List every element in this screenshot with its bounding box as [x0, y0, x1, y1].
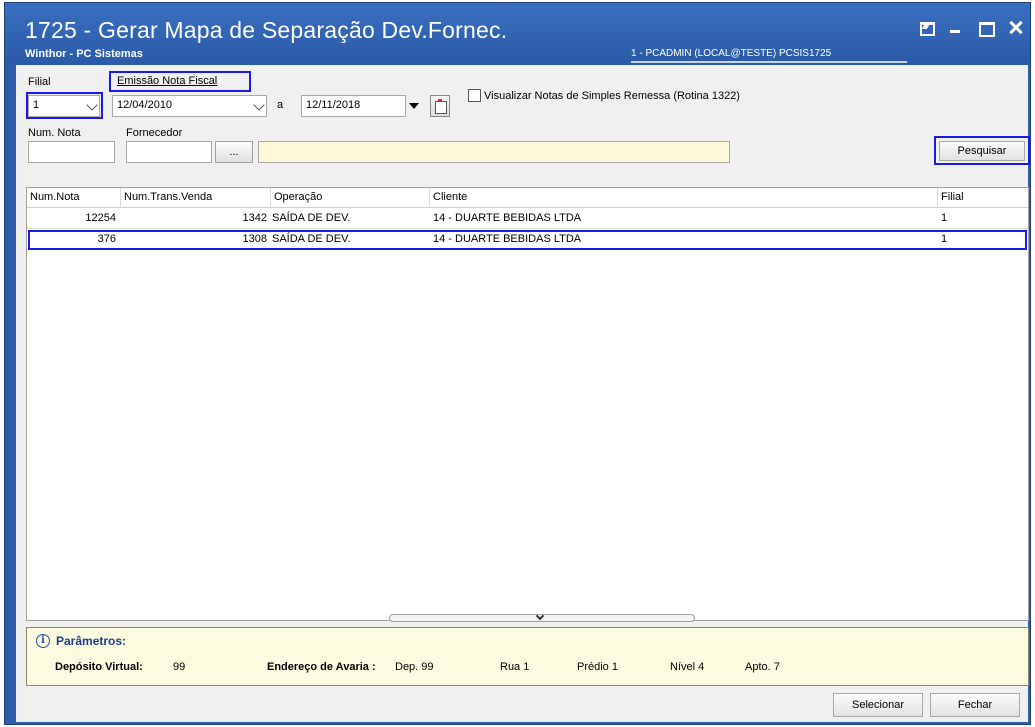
simples-remessa-checkbox[interactable] [468, 89, 481, 102]
date-to-field[interactable]: 12/11/2018 [301, 95, 406, 117]
cell-cliente: 14 - DUARTE BEBIDAS LTDA [433, 212, 582, 224]
chevron-down-icon [535, 611, 545, 621]
endereco-rua: Rua 1 [500, 661, 530, 673]
col-separator [429, 188, 430, 208]
info-icon: i [36, 634, 50, 648]
cell-num-trans: 1342 [242, 212, 267, 224]
cell-filial: 1 [941, 212, 948, 224]
endereco-dep: Dep. 99 [395, 661, 434, 673]
selected-row-highlight [28, 230, 1027, 250]
col-separator [120, 188, 121, 208]
window-subtitle: Winthor - PC Sistemas [25, 48, 143, 60]
date-separator: a [277, 99, 284, 111]
window-controls [918, 19, 1024, 37]
col-header-operacao[interactable]: Operação [274, 191, 322, 203]
client-area: Filial 1 Emissão Nota Fiscal 12/04/2010 … [16, 65, 1030, 722]
panel-splitter[interactable] [389, 611, 695, 622]
row-divider [27, 228, 1028, 229]
grid-header: Num.Nota Num.Trans.Venda Operação Client… [27, 188, 1028, 208]
endereco-apto: Apto. 7 [745, 661, 780, 673]
fornecedor-code-input[interactable] [126, 141, 212, 163]
date-to-value: 12/11/2018 [306, 99, 361, 111]
fornecedor-label: Fornecedor [126, 127, 183, 139]
title-bar[interactable]: 1725 - Gerar Mapa de Separação Dev.Forne… [5, 3, 1030, 65]
window-title: 1725 - Gerar Mapa de Separação Dev.Forne… [25, 17, 508, 43]
col-separator [937, 188, 938, 208]
col-header-num-nota[interactable]: Num.Nota [30, 191, 80, 203]
restore-icon[interactable] [918, 19, 935, 36]
maximize-icon[interactable] [978, 19, 995, 37]
fornecedor-name-field [258, 141, 730, 163]
session-info-text: 1 - PCADMIN (LOCAL@TESTE) PCSIS1725 [631, 48, 832, 59]
results-grid[interactable]: Num.Nota Num.Trans.Venda Operação Client… [26, 187, 1029, 621]
app-window: 1725 - Gerar Mapa de Separação Dev.Forne… [4, 2, 1031, 725]
cell-operacao: SAÍDA DE DEV. [272, 212, 351, 224]
session-info: 1 - PCADMIN (LOCAL@TESTE) PCSIS1725 [631, 48, 907, 63]
selecionar-button[interactable]: Selecionar [833, 693, 923, 717]
num-nota-input[interactable] [28, 141, 115, 163]
date-from-value: 12/04/2010 [117, 99, 173, 111]
endereco-predio: Prédio 1 [577, 661, 618, 673]
deposito-value: 99 [173, 661, 186, 673]
calendar-icon[interactable] [430, 95, 450, 117]
filial-highlight [26, 92, 103, 119]
simples-remessa-label: Visualizar Notas de Simples Remessa (Rot… [484, 90, 740, 102]
parameters-title: Parâmetros: [56, 634, 127, 648]
col-header-cliente[interactable]: Cliente [433, 191, 467, 203]
date-dropdown-icon[interactable] [407, 95, 421, 117]
minimize-icon[interactable] [948, 19, 964, 35]
chevron-down-icon [253, 99, 265, 111]
session-info-underline [631, 61, 907, 63]
parameters-panel: i Parâmetros: Depósito Virtual: 99 Ender… [26, 627, 1029, 686]
pesquisar-button[interactable]: Pesquisar [939, 141, 1025, 161]
endereco-nivel: Nível 4 [670, 661, 705, 673]
col-header-num-trans[interactable]: Num.Trans.Venda [124, 191, 212, 203]
col-header-filial[interactable]: Filial [941, 191, 964, 203]
table-row[interactable]: 12254 1342 SAÍDA DE DEV. 14 - DUARTE BEB… [27, 210, 1028, 227]
emissao-label: Emissão Nota Fiscal [117, 75, 218, 87]
deposito-label: Depósito Virtual: [55, 661, 143, 673]
fornecedor-lookup-button[interactable]: ... [215, 141, 253, 163]
fechar-button[interactable]: Fechar [930, 693, 1020, 717]
date-from-select[interactable]: 12/04/2010 [112, 95, 267, 117]
filial-label: Filial [28, 76, 51, 88]
num-nota-label: Num. Nota [28, 127, 81, 139]
cell-num-nota: 12254 [85, 212, 116, 224]
close-icon[interactable] [1008, 19, 1024, 35]
endereco-label: Endereço de Avaria : [267, 661, 376, 673]
col-separator [270, 188, 271, 208]
